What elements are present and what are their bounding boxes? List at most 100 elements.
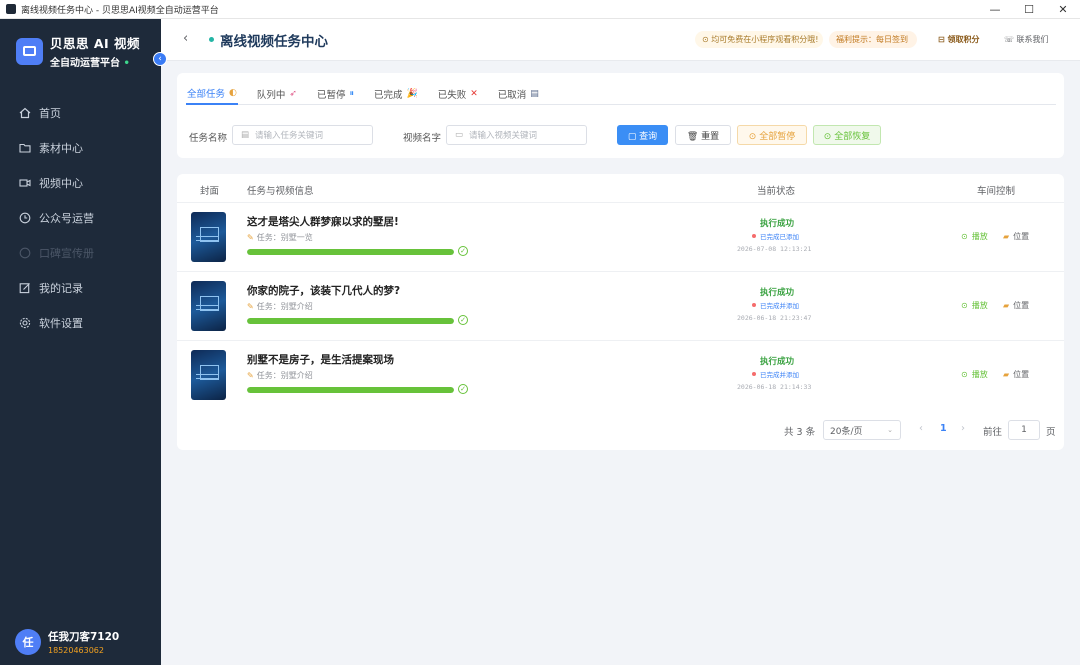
list-icon: ▤ xyxy=(530,89,539,99)
minimize-button[interactable]: — xyxy=(978,0,1012,19)
sidebar-item-label: 视频中心 xyxy=(39,176,83,190)
play-button[interactable]: ⊙ 播放 xyxy=(961,369,988,380)
tab-paused[interactable]: 已暂停 ⏸ xyxy=(316,83,355,105)
window-controls: — ☐ ✕ xyxy=(978,0,1080,19)
cross-icon: ✕ xyxy=(470,89,478,99)
document-icon: ▤ xyxy=(241,130,250,140)
locate-button[interactable]: ▰ 位置 xyxy=(1003,300,1029,311)
resume-all-button[interactable]: ⊙ 全部恢复 xyxy=(813,125,881,145)
back-icon[interactable]: ‹ xyxy=(183,31,188,46)
sidebar-item-settings[interactable]: 软件设置 xyxy=(0,305,161,340)
sidebar: 贝思思 AI 视频 全自动运营平台 • 首页 素材中心 视频中心 公众号运营 口… xyxy=(0,19,161,665)
tab-queued[interactable]: 队列中 ➶ xyxy=(256,83,298,105)
play-circle-icon: ⊙ xyxy=(961,301,968,310)
play-button[interactable]: ⊙ 播放 xyxy=(961,231,988,242)
column-cover: 封面 xyxy=(200,186,220,197)
sidebar-item-materials[interactable]: 素材中心 xyxy=(0,130,161,165)
sidebar-item-label: 首页 xyxy=(39,106,61,120)
page-size-select[interactable]: 20条/页 ⌄ xyxy=(823,420,901,440)
status-badge: 已完成已添加 xyxy=(752,231,799,241)
tab-label: 已暂停 xyxy=(316,90,346,101)
folder-open-icon: ▰ xyxy=(1003,232,1010,241)
user-id: 18520463062 xyxy=(48,646,104,655)
play-circle-icon: ⊙ xyxy=(961,232,968,241)
table-row: 别墅不是房子，是生活提案现场 ✎ 任务：别墅介绍 ✓ 执行成功 已完成并添加 20… xyxy=(177,340,1064,408)
sidebar-item-official-account[interactable]: 公众号运营 xyxy=(0,200,161,235)
pencil-icon: ✎ xyxy=(247,302,254,311)
task-name-text: 任务：别墅介绍 xyxy=(256,302,313,311)
page-size-value: 20条/页 xyxy=(830,426,863,437)
contact-us-button[interactable]: ☏ 联系我们 xyxy=(997,31,1053,48)
status-badge: 已完成并添加 xyxy=(752,369,799,379)
status-text: 执行成功 xyxy=(759,357,794,367)
avatar: 任 xyxy=(15,629,41,655)
video-icon xyxy=(19,178,31,187)
brand: 贝思思 AI 视频 全自动运营平台 • xyxy=(16,33,140,69)
goto-page-input[interactable]: 1 xyxy=(1008,420,1040,440)
window-title: 离线视频任务中心 - 贝思思AI视频全自动运营平台 xyxy=(21,5,219,16)
sidebar-item-label: 公众号运营 xyxy=(39,211,94,225)
red-dot-icon xyxy=(752,372,756,376)
red-dot-icon xyxy=(752,234,756,238)
sidebar-collapse-button[interactable]: ‹ xyxy=(153,52,167,66)
tab-completed[interactable]: 已完成 🎉 xyxy=(373,83,419,105)
play-label: 播放 xyxy=(971,301,988,310)
next-page-button[interactable]: › xyxy=(961,423,965,434)
task-name-text: 任务：别墅介绍 xyxy=(256,371,313,380)
claim-points-button[interactable]: ⊟ 领取积分 xyxy=(931,31,985,48)
close-button[interactable]: ✕ xyxy=(1046,0,1080,19)
video-title: 别墅不是房子，是生活提案现场 xyxy=(247,354,394,366)
status-text: 执行成功 xyxy=(759,288,794,298)
tab-label: 已失败 xyxy=(437,90,467,101)
maximize-button[interactable]: ☐ xyxy=(1012,0,1046,19)
progress-fill xyxy=(247,249,454,255)
tab-label: 队列中 xyxy=(256,90,286,101)
user-name: 任我刀客7120 xyxy=(48,631,120,643)
tab-cancelled[interactable]: 已取消 ▤ xyxy=(497,83,540,105)
task-name-input[interactable]: ▤ 请输入任务关键词 xyxy=(232,125,373,145)
play-label: 播放 xyxy=(971,370,988,379)
pencil-icon: ✎ xyxy=(247,371,254,380)
sidebar-item-videos[interactable]: 视频中心 xyxy=(0,165,161,200)
prev-page-button[interactable]: ‹ xyxy=(919,423,923,434)
sidebar-item-records[interactable]: 我的记录 xyxy=(0,270,161,305)
brand-name: 贝思思 AI 视频 xyxy=(50,36,141,51)
locate-button[interactable]: ▰ 位置 xyxy=(1003,369,1029,380)
gear-icon xyxy=(19,317,31,328)
tab-label: 已取消 xyxy=(497,90,527,101)
status-dot-icon xyxy=(209,37,214,42)
sidebar-item-brochure[interactable]: 口碑宣传册 xyxy=(0,235,161,270)
video-name-input[interactable]: ▭ 请输入视频关键词 xyxy=(446,125,587,145)
video-cover-thumbnail[interactable] xyxy=(191,350,226,400)
video-cover-thumbnail[interactable] xyxy=(191,281,226,331)
locate-label: 位置 xyxy=(1013,370,1030,379)
page-header: ‹ 离线视频任务中心 ⊙ 均可免费在小程序观看积分哦! 福利提示：每日签到 ⊟ … xyxy=(161,19,1080,61)
status-badge-text: 已完成并添加 xyxy=(760,302,799,310)
page-number-current[interactable]: 1 xyxy=(940,423,947,434)
tab-failed[interactable]: 已失败 ✕ xyxy=(437,83,479,105)
reset-button[interactable]: 🗑 重置 xyxy=(675,125,731,145)
pause-all-button[interactable]: ⊙ 全部暂停 xyxy=(737,125,807,145)
query-button[interactable]: ▢ 查询 xyxy=(617,125,668,145)
total-count: 共 3 条 xyxy=(784,427,816,438)
video-title: 你家的院子，该装下几代人的梦? xyxy=(247,285,401,297)
play-label: 播放 xyxy=(971,232,988,241)
pencil-icon: ✎ xyxy=(247,233,254,242)
sidebar-item-label: 素材中心 xyxy=(39,141,83,155)
sidebar-item-home[interactable]: 首页 xyxy=(0,95,161,130)
play-button[interactable]: ⊙ 播放 xyxy=(961,300,988,311)
progress-fill xyxy=(247,318,454,324)
folder-open-icon: ▰ xyxy=(1003,370,1010,379)
video-cover-thumbnail[interactable] xyxy=(191,212,226,262)
column-info: 任务与视频信息 xyxy=(247,186,314,197)
check-circle-icon: ✓ xyxy=(458,246,468,256)
pause-icon: ⏸ xyxy=(349,89,354,99)
tab-all[interactable]: 全部任务 ◐ xyxy=(186,83,238,105)
progress-bar xyxy=(247,387,454,393)
clock-icon xyxy=(19,212,31,223)
sidebar-item-label: 我的记录 xyxy=(39,281,83,295)
locate-label: 位置 xyxy=(1013,232,1030,241)
user-profile[interactable]: 任 任我刀客7120 18520463062 xyxy=(15,629,119,655)
locate-button[interactable]: ▰ 位置 xyxy=(1003,231,1029,242)
checkin-notice[interactable]: 福利提示：每日签到 xyxy=(829,31,917,48)
